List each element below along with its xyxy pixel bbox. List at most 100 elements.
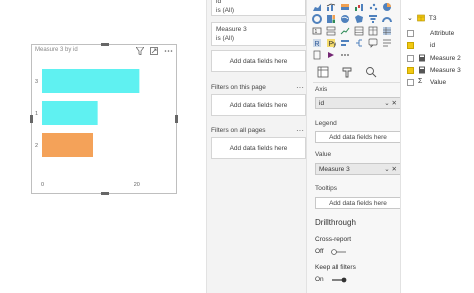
gauge-icon[interactable] (382, 14, 392, 24)
more-options-icon[interactable] (164, 47, 173, 55)
viz-icon-row-4: R Py (312, 38, 392, 48)
field-name: Attribute (430, 29, 455, 37)
power-apps-icon[interactable] (326, 50, 336, 60)
map-icon[interactable] (340, 14, 350, 24)
python-visual-icon[interactable]: Py (326, 38, 336, 48)
value-field-well[interactable]: Measure 3 ⌄ ✕ (315, 163, 401, 175)
svg-text:Py: Py (329, 41, 337, 48)
cross-report-toggle[interactable] (331, 249, 347, 255)
fields-pane: ⌄ T3 Attribute id Measure 2 Measure 3 Σ … (400, 0, 474, 293)
resize-handle-top[interactable] (101, 43, 109, 46)
field-name: Measure 2 (430, 54, 461, 62)
table-visual-icon[interactable] (368, 26, 378, 36)
key-influencers-icon[interactable] (340, 38, 350, 48)
field-checkbox[interactable] (407, 54, 414, 62)
filter-card-measure-3[interactable]: Measure 3 is (All) (211, 22, 306, 46)
filters-on-page-header: Filters on this page ··· (211, 83, 306, 92)
svg-text:R: R (315, 41, 320, 48)
focus-mode-icon[interactable] (150, 47, 158, 55)
pie-icon[interactable] (382, 2, 392, 12)
bar-chart-svg: 3120 20 (35, 69, 140, 188)
y-tick-label: 2 (35, 143, 38, 149)
field-checkbox-checked[interactable] (407, 41, 414, 49)
visual-filters-drop-zone[interactable]: Add data fields here (211, 50, 306, 72)
scatter-icon[interactable] (368, 2, 378, 12)
viz-icon-row-2 (312, 14, 392, 24)
field-well-controls[interactable]: ⌄ ✕ (384, 165, 397, 173)
legend-drop-zone[interactable]: Add data fields here (315, 131, 401, 143)
field-well-controls[interactable]: ⌄ ✕ (384, 99, 397, 107)
funnel-icon[interactable] (368, 14, 378, 24)
more-options-icon[interactable]: ··· (296, 83, 304, 92)
resize-handle-right[interactable] (175, 115, 178, 123)
filter-card-field: id (216, 0, 222, 5)
field-item-attribute[interactable]: Attribute (407, 29, 454, 37)
viz-icon-row-3: 1 (312, 26, 392, 36)
field-checkbox[interactable] (407, 29, 414, 37)
more-options-icon[interactable]: ··· (296, 126, 304, 135)
field-checkbox-checked[interactable] (407, 66, 414, 74)
waterfall-icon[interactable] (354, 2, 364, 12)
resize-handle-left[interactable] (30, 115, 33, 123)
analytics-tab-icon[interactable] (365, 66, 377, 78)
cross-report-state: Off (315, 248, 324, 255)
matrix-icon[interactable] (382, 26, 392, 36)
bar-1[interactable] (42, 101, 98, 125)
tooltips-label: Tooltips (315, 185, 338, 192)
page-filters-drop-zone[interactable]: Add data fields here (211, 94, 306, 116)
viz-icon-row-5 (312, 50, 350, 60)
more-visuals-icon[interactable] (340, 50, 350, 60)
treemap-icon[interactable] (326, 14, 336, 24)
paginated-report-icon[interactable] (312, 50, 322, 60)
card-icon[interactable]: 1 (312, 26, 322, 36)
resize-handle-bottom[interactable] (101, 192, 109, 195)
keep-filters-toggle[interactable] (331, 277, 347, 283)
field-item-value[interactable]: Σ Value (407, 78, 446, 86)
decomposition-tree-icon[interactable] (354, 38, 364, 48)
calculator-icon (419, 66, 425, 74)
field-item-measure-2[interactable]: Measure 2 (407, 54, 461, 62)
filters-all-pages-title: Filters on all pages (211, 127, 266, 134)
field-item-measure-3[interactable]: Measure 3 (407, 66, 461, 74)
x-tick-label: 0 (41, 182, 44, 188)
filled-map-icon[interactable] (354, 14, 364, 24)
chevron-down-icon[interactable]: ⌄ (407, 14, 413, 22)
fields-tab-icon[interactable] (317, 66, 329, 78)
tooltips-drop-zone[interactable]: Add data fields here (315, 197, 401, 209)
table-row-t3[interactable]: ⌄ T3 (407, 14, 437, 23)
line-column-icon[interactable] (326, 2, 336, 12)
filter-card-id[interactable]: id is (All) (211, 0, 306, 16)
r-visual-icon[interactable]: R (312, 38, 322, 48)
ribbon-chart-icon[interactable] (340, 2, 350, 12)
bar-2[interactable] (42, 133, 93, 157)
svg-text:1: 1 (315, 29, 318, 35)
report-filters-drop-zone[interactable]: Add data fields here (211, 137, 306, 159)
multi-row-card-icon[interactable] (326, 26, 336, 36)
smart-narrative-icon[interactable] (382, 38, 392, 48)
kpi-icon[interactable] (340, 26, 350, 36)
stacked-area-icon[interactable] (312, 2, 322, 12)
calculator-icon (419, 54, 425, 62)
axis-field-well[interactable]: id ⌄ ✕ (315, 97, 401, 109)
field-name: Value (430, 78, 447, 86)
axis-label: Axis (315, 86, 328, 93)
field-item-id[interactable]: id (407, 41, 435, 49)
donut-icon[interactable] (312, 14, 322, 24)
field-spacer (418, 41, 426, 49)
cross-report-label: Cross-report (315, 236, 352, 243)
bar-chart-visual[interactable]: 3 1 2 0 20 Measure 3 by id (30, 43, 178, 195)
keep-filters-state: On (315, 276, 324, 283)
table-name: T3 (428, 14, 437, 22)
filter-icon[interactable] (136, 47, 144, 55)
filter-card-field: Measure 3 (216, 26, 247, 33)
qa-visual-icon[interactable] (368, 38, 378, 48)
format-tab-icon[interactable] (341, 66, 353, 78)
bar-3[interactable] (42, 69, 140, 93)
axis-field-value: id (319, 100, 325, 107)
field-spacer (418, 29, 426, 37)
slicer-icon[interactable] (354, 26, 364, 36)
field-checkbox[interactable] (407, 78, 414, 86)
keep-filters-label: Keep all filters (315, 264, 356, 271)
value-label: Value (315, 151, 332, 158)
filters-pane: id is (All) Measure 3 is (All) Add data … (206, 0, 306, 293)
